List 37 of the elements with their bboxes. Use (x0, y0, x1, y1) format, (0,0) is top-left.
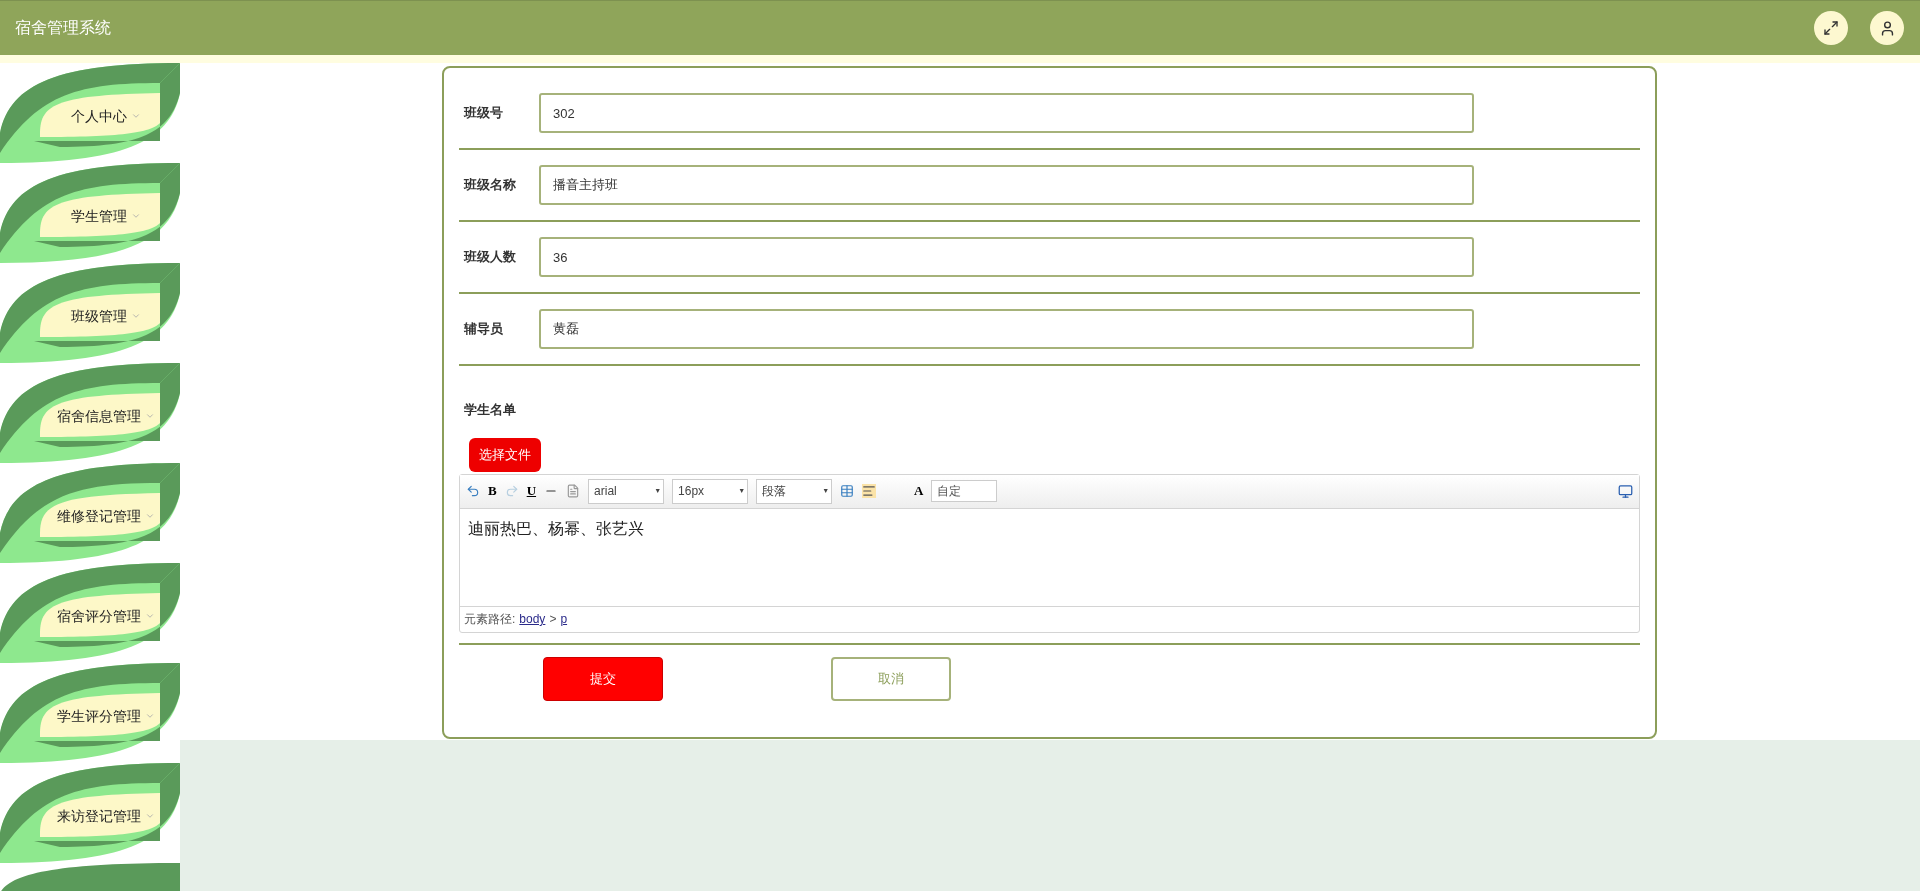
text-field[interactable]: 黄磊 (539, 309, 1474, 349)
underline-button[interactable]: U (526, 481, 537, 501)
path-separator: > (549, 611, 557, 628)
custom-select[interactable]: 自定 (931, 480, 998, 502)
path-link[interactable]: body (519, 610, 546, 628)
fullscreen-button[interactable] (1814, 11, 1848, 45)
caret-icon (131, 211, 141, 221)
font-color-button[interactable]: A (914, 481, 924, 501)
field-label: 班级号 (462, 104, 504, 123)
monitor-icon[interactable] (1618, 483, 1633, 499)
caret-icon (145, 611, 155, 621)
choose-file-button[interactable]: 选择文件 (469, 437, 541, 472)
field-label: 班级名称 (462, 176, 517, 195)
table-icon[interactable] (840, 484, 855, 498)
text-field[interactable]: 36 (539, 237, 1474, 277)
editor-content[interactable]: 迪丽热巴、杨幂、张艺兴 (460, 508, 1639, 607)
path-label: 元素路径: (464, 611, 516, 628)
app-title: 宿舍管理系统 (15, 18, 112, 38)
caret-icon (131, 311, 141, 321)
fullscreen-icon (1823, 20, 1839, 36)
path-link[interactable]: p (560, 610, 568, 628)
submit-button[interactable]: 提交 (543, 656, 663, 701)
caret-icon (131, 111, 141, 121)
caret-icon (145, 711, 155, 721)
user-button[interactable] (1870, 11, 1904, 45)
text-field[interactable]: 播音主持班 (539, 165, 1474, 205)
field-label: 学生名单 (463, 401, 517, 419)
undo-icon[interactable] (466, 484, 480, 498)
align-icon[interactable] (862, 484, 877, 498)
bold-button[interactable]: B (488, 481, 497, 501)
caret-icon (145, 411, 155, 421)
field-label: 辅导员 (463, 320, 504, 339)
field-label: 班级人数 (462, 248, 517, 267)
text-field[interactable]: 302 (539, 93, 1474, 133)
caret-icon (145, 511, 155, 521)
document-icon[interactable] (566, 484, 581, 498)
caret-icon (145, 811, 155, 821)
